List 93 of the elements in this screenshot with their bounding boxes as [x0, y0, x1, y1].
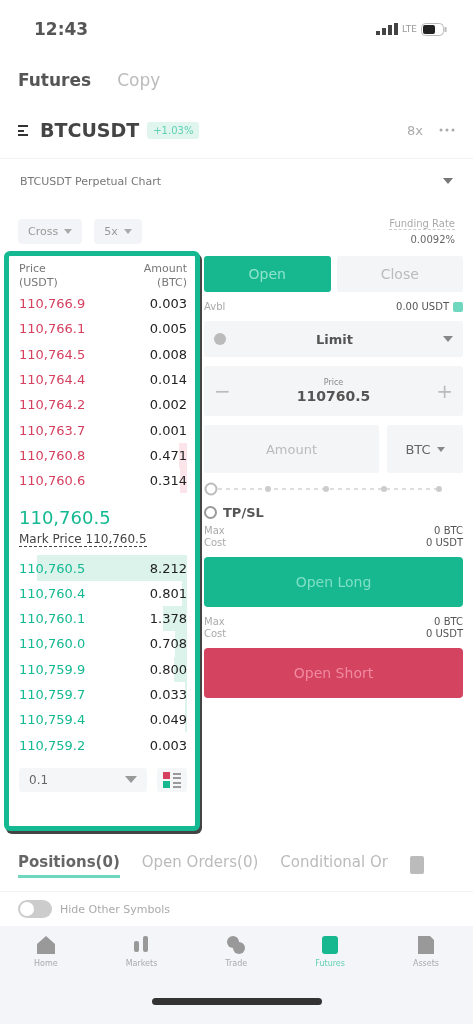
order-book-row[interactable]: 110,760.4 0.801: [19, 580, 187, 606]
chart-label[interactable]: BTCUSDT Perpetual Chart: [20, 174, 162, 188]
bid-price[interactable]: 110,759.2: [19, 737, 86, 753]
info-value: 0 USDT: [425, 628, 463, 639]
ask-amount: 0.003: [149, 296, 187, 312]
home-icon: [34, 934, 57, 956]
info-label: Cost: [204, 628, 227, 639]
amount-field[interactable]: Amount: [204, 425, 379, 473]
network-label: LTE: [402, 24, 417, 34]
leverage-label[interactable]: 8x: [407, 122, 423, 138]
ask-price[interactable]: 110,760.8: [19, 447, 86, 463]
bid-price[interactable]: 110,759.7: [19, 687, 86, 702]
more-icon[interactable]: [439, 128, 455, 132]
positions-tab[interactable]: Positions(0): [18, 852, 120, 878]
top-tab[interactable]: Futures: [18, 70, 92, 90]
layout-toggle[interactable]: [157, 767, 187, 792]
bid-amount: 0.033: [149, 687, 187, 702]
unit-select[interactable]: BTC: [387, 425, 463, 473]
bid-price[interactable]: 110,760.4: [19, 585, 86, 601]
ask-amount: 0.314: [149, 473, 187, 489]
toggle-switch[interactable]: [18, 900, 52, 918]
info-value: 0 BTC: [434, 525, 463, 536]
precision-select[interactable]: 0.1: [19, 767, 147, 792]
document-icon[interactable]: [409, 856, 424, 874]
avail-label: Avbl: [204, 301, 226, 312]
ask-price[interactable]: 110,764.5: [19, 346, 86, 362]
slider-thumb[interactable]: [204, 482, 218, 496]
caret-icon: [123, 228, 132, 234]
order-type-select[interactable]: Limit: [316, 331, 353, 347]
caret-icon: [64, 228, 73, 234]
funding-value: 0.0092%: [410, 233, 455, 245]
ask-amount: 0.014: [149, 372, 187, 388]
bid-amount: 0.003: [149, 737, 187, 753]
info-value: 0 BTC: [434, 616, 463, 627]
ask-price[interactable]: 110,760.6: [19, 473, 86, 489]
tpsl-label[interactable]: TP/SL: [223, 505, 264, 520]
slider-track[interactable]: [217, 486, 443, 492]
order-book-row[interactable]: 110,760.1 1.378: [19, 605, 187, 632]
order-book-row[interactable]: 110,759.9 0.800: [19, 656, 187, 682]
bid-amount: 0.801: [149, 585, 187, 601]
checkbox-icon[interactable]: [204, 506, 217, 519]
order-book-row[interactable]: 110,760.5 8.212: [19, 555, 187, 581]
order-book-row[interactable]: 110,760.6 0.314: [19, 468, 187, 494]
bid-amount: 0.708: [149, 636, 187, 652]
bid-amount: 8.212: [149, 560, 187, 576]
status-time: 12:43: [34, 19, 89, 39]
order-book-row[interactable]: 110,760.8 0.471: [19, 442, 187, 469]
ask-price[interactable]: 110,766.1: [19, 321, 86, 337]
info-label: Cost: [204, 537, 227, 548]
ask-price[interactable]: 110,766.9: [19, 296, 86, 312]
last-price: 110,760.5: [19, 507, 112, 529]
bid-price[interactable]: 110,759.9: [19, 661, 86, 677]
info-label: Max: [204, 616, 225, 627]
caret-icon[interactable]: [443, 178, 453, 184]
ask-amount: 0.471: [149, 447, 187, 463]
symbol-name[interactable]: BTCUSDT: [40, 119, 140, 141]
order-book-row[interactable]: 110,759.7 0.033: [19, 681, 187, 708]
ask-price[interactable]: 110,764.2: [19, 397, 86, 413]
avail-value: 0.00 USDT: [396, 301, 449, 312]
bid-price[interactable]: 110,760.0: [19, 636, 86, 652]
caret-icon: [125, 776, 137, 784]
amount-header: Amount: [143, 262, 187, 275]
leverage-select[interactable]: 5x: [94, 218, 142, 244]
change-badge: +1.03%: [147, 121, 200, 139]
ask-amount: 0.005: [149, 321, 187, 337]
order-book-row[interactable]: 110,759.4 0.049: [19, 707, 187, 733]
funding-label[interactable]: Funding Rate: [389, 217, 455, 230]
hide-symbols-label[interactable]: Hide Other Symbols: [60, 902, 170, 916]
bid-price[interactable]: 110,759.4: [19, 712, 86, 728]
price-header: Price: [19, 262, 47, 275]
info-value: 0 USDT: [425, 537, 463, 548]
price-unit: (USDT): [19, 276, 58, 289]
ask-price[interactable]: 110,763.7: [19, 422, 86, 438]
coins-icon: [225, 934, 248, 956]
order-book-row[interactable]: 110,760.0 0.708: [19, 631, 187, 657]
bid-price[interactable]: 110,760.1: [19, 611, 86, 627]
ask-amount: 0.008: [149, 346, 187, 362]
ask-amount: 0.001: [149, 422, 187, 438]
ask-price[interactable]: 110,764.4: [19, 372, 86, 388]
price-field-label: Price: [323, 377, 344, 387]
margin-mode-select[interactable]: Cross: [18, 218, 83, 244]
caret-icon: [436, 446, 445, 452]
bid-amount: 1.378: [149, 611, 187, 627]
signal-icon: [376, 23, 399, 35]
caret-icon[interactable]: [443, 336, 453, 342]
ask-amount: 0.002: [149, 397, 187, 413]
info-label: Max: [204, 525, 225, 536]
bid-amount: 0.049: [149, 712, 187, 728]
amount-unit: (BTC): [157, 276, 187, 289]
bid-amount: 0.800: [149, 661, 187, 677]
battery-icon: [421, 22, 447, 36]
mark-price[interactable]: Mark Price 110,760.5: [19, 532, 147, 548]
price-field[interactable]: 110760.5: [281, 386, 386, 405]
